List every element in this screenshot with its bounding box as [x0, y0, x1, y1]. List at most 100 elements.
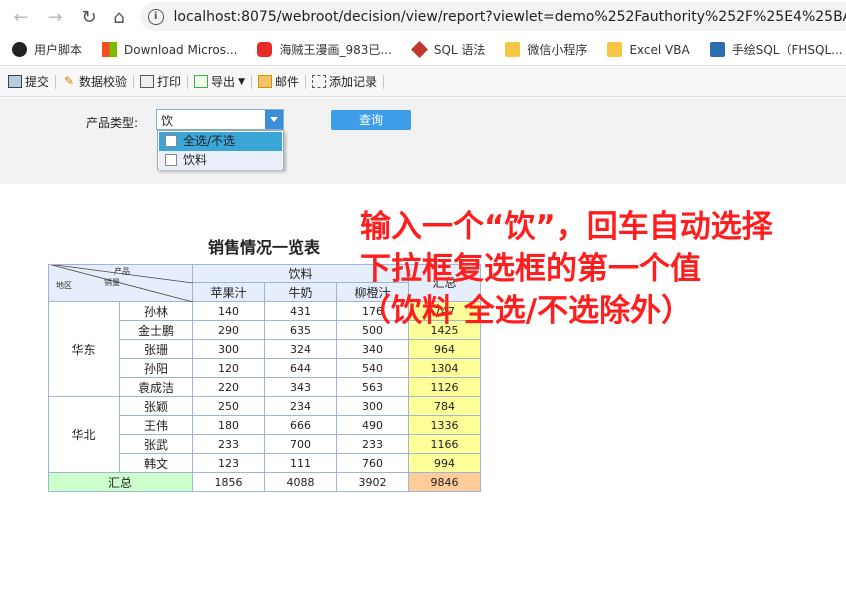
value-cell: 140	[193, 302, 265, 321]
row-total-cell: 994	[409, 454, 481, 473]
value-cell: 540	[337, 359, 409, 378]
row-total-cell: 1126	[409, 378, 481, 397]
annotation-line-1: 输入一个“饮”，回车自动选择	[360, 209, 773, 245]
wand-icon: ✎	[63, 74, 75, 88]
home-icon[interactable]: ⌂	[106, 7, 132, 28]
value-cell: 324	[265, 340, 337, 359]
value-cell: 250	[193, 397, 265, 416]
value-cell: 290	[193, 321, 265, 340]
annotation-text: 输入一个“饮”，回车自动选择 下拉框复选框的第一个值 （饮料 全选/不选除外）	[360, 206, 846, 332]
value-cell: 760	[337, 454, 409, 473]
printer-icon	[140, 75, 155, 88]
sql-icon	[410, 41, 428, 58]
value-cell: 111	[265, 454, 337, 473]
row-total-cell: 784	[409, 397, 481, 416]
salesperson-cell: 张武	[120, 435, 193, 454]
row-total-cell: 1336	[409, 416, 481, 435]
bookmark-wechat-miniprogram[interactable]: 微信小程序	[505, 41, 587, 58]
microsoft-icon	[102, 42, 118, 57]
query-button[interactable]: 查询	[331, 110, 411, 130]
grand-total-cell: 9846	[409, 473, 481, 492]
user-script-icon	[12, 42, 27, 57]
export-icon	[194, 75, 209, 88]
page: ← → ↻ ⌂ i localhost:8075/webroot/decisio…	[0, 0, 846, 609]
mail-button[interactable]: 邮件	[252, 73, 305, 90]
forward-arrow-icon[interactable]: →	[42, 7, 68, 28]
bookmark-download-microsoft[interactable]: Download Micros...	[102, 42, 237, 57]
value-cell: 233	[337, 435, 409, 454]
validate-button[interactable]: ✎ 数据校验	[56, 73, 133, 90]
value-cell: 233	[193, 435, 265, 454]
submit-button[interactable]: 提交	[2, 73, 55, 90]
row-total-cell: 964	[409, 340, 481, 359]
report-title: 销售情况一览表	[207, 238, 320, 257]
summary-value-cell: 3902	[337, 473, 409, 492]
salesperson-cell: 韩文	[120, 454, 193, 473]
summary-label: 汇总	[48, 473, 193, 492]
chevron-down-icon: ▼	[238, 76, 245, 87]
row-total-cell: 1304	[409, 359, 481, 378]
product-type-label: 产品类型:	[86, 116, 139, 130]
back-arrow-icon[interactable]: ←	[8, 7, 34, 28]
product-type-combo[interactable]: 饮	[156, 109, 284, 130]
annotation-line-3: （饮料 全选/不选除外）	[360, 293, 693, 329]
option-select-all[interactable]: 全选/不选	[159, 132, 282, 151]
product-type-dropdown: 全选/不选 饮料	[157, 130, 284, 170]
value-cell: 300	[337, 397, 409, 416]
value-cell: 120	[193, 359, 265, 378]
column-header: 牛奶	[265, 283, 337, 302]
option-beverage[interactable]: 饮料	[159, 151, 282, 170]
chevron-down-icon[interactable]	[265, 110, 283, 129]
value-cell: 563	[337, 378, 409, 397]
value-cell: 234	[265, 397, 337, 416]
value-cell: 340	[337, 340, 409, 359]
reload-icon[interactable]: ↻	[76, 7, 102, 28]
sap-icon	[709, 42, 725, 57]
folder-icon	[505, 42, 521, 57]
print-button[interactable]: 打印	[134, 73, 187, 90]
mail-icon	[257, 75, 272, 88]
add-record-button[interactable]: 添加记录	[306, 73, 383, 90]
bookmark-fhsql[interactable]: 手绘SQL（FHSQL...	[709, 41, 843, 58]
value-cell: 343	[265, 378, 337, 397]
product-type-input[interactable]: 饮	[161, 112, 173, 129]
bookmark-comic[interactable]: 海贼王漫画_983已...	[257, 41, 392, 58]
value-cell: 180	[193, 416, 265, 435]
corner-region-label: 地区	[56, 281, 72, 290]
salesperson-cell: 张珊	[120, 340, 193, 359]
bookmarks-bar: 用户脚本 Download Micros... 海贼王漫画_983已... SQ…	[0, 34, 846, 66]
add-record-icon	[312, 75, 326, 88]
bookmark-sql[interactable]: SQL 语法	[410, 41, 485, 58]
salesperson-cell: 张颖	[120, 397, 193, 416]
bookmark-user-script[interactable]: 用户脚本	[12, 41, 82, 58]
value-cell: 123	[193, 454, 265, 473]
checkbox[interactable]	[165, 154, 177, 166]
column-header: 苹果汁	[193, 283, 265, 302]
salesperson-cell: 金士鹏	[120, 321, 193, 340]
annotation-line-2: 下拉框复选框的第一个值	[360, 251, 701, 287]
folder-icon	[607, 42, 623, 57]
parameter-pane: 产品类型: 饮 全选/不选 饮料 查询	[0, 98, 846, 184]
bookmark-excel-vba[interactable]: Excel VBA	[607, 42, 690, 57]
region-cell: 华东	[48, 302, 120, 397]
row-total-cell: 1166	[409, 435, 481, 454]
corner-sales-label: 销量	[104, 278, 120, 287]
region-cell: 华北	[48, 397, 120, 473]
corner-product-label: 产品	[114, 267, 130, 276]
value-cell: 666	[265, 416, 337, 435]
value-cell: 635	[265, 321, 337, 340]
url-text: localhost:8075/webroot/decision/view/rep…	[173, 8, 846, 25]
export-button[interactable]: 导出 ▼	[188, 73, 251, 90]
salesperson-cell: 孙阳	[120, 359, 193, 378]
value-cell: 431	[265, 302, 337, 321]
info-icon[interactable]: i	[148, 8, 164, 25]
submit-icon	[8, 75, 22, 88]
url-field[interactable]: i localhost:8075/webroot/decision/view/r…	[140, 2, 846, 31]
salesperson-cell: 孙林	[120, 302, 193, 321]
summary-value-cell: 4088	[265, 473, 337, 492]
checkbox[interactable]	[165, 135, 177, 147]
summary-value-cell: 1856	[193, 473, 265, 492]
value-cell: 490	[337, 416, 409, 435]
report-toolbar: 提交 ✎ 数据校验 打印 导出 ▼ 邮件 添加记录	[0, 67, 846, 97]
corner-header: 产品 销量 地区	[48, 264, 193, 302]
